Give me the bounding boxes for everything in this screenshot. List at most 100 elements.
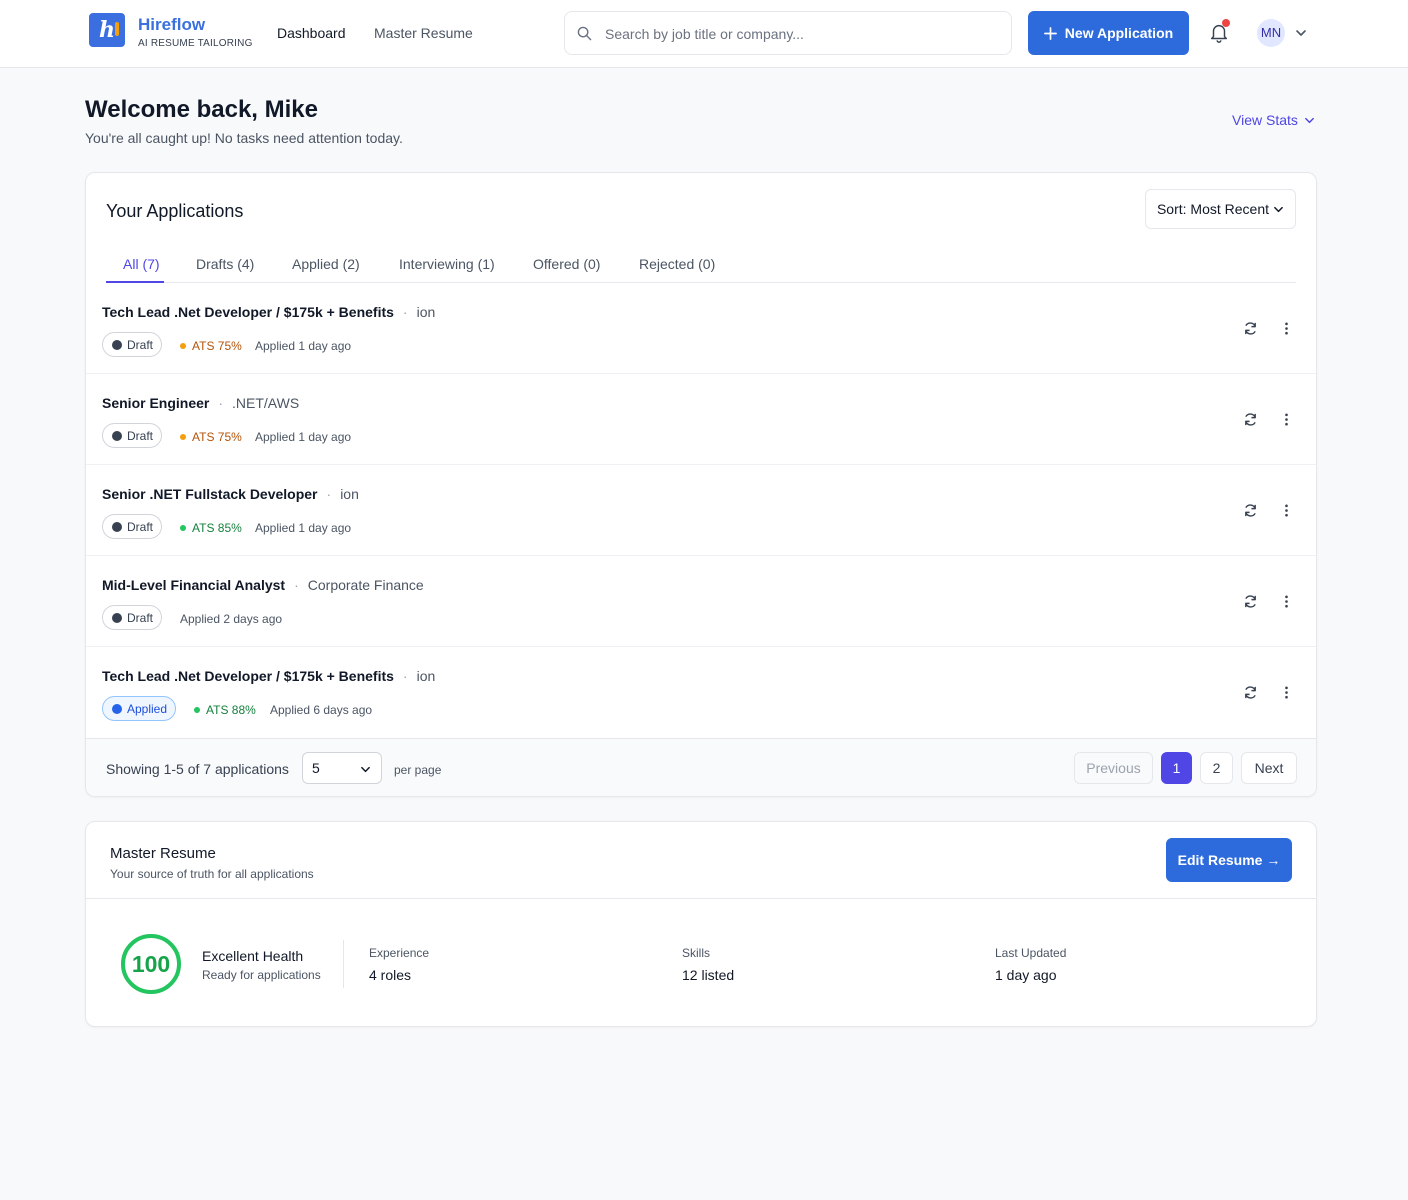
plus-icon (1043, 26, 1057, 40)
job-title[interactable]: Senior Engineer (102, 395, 209, 411)
refresh-icon[interactable] (1243, 594, 1258, 609)
ats-score: ATS 75% (180, 430, 242, 444)
more-options-icon[interactable] (1279, 594, 1294, 609)
applied-time: Applied 2 days ago (180, 612, 283, 626)
more-options-icon[interactable] (1279, 412, 1294, 427)
search-box (564, 11, 1012, 55)
brand-name[interactable]: Hireflow (138, 15, 205, 35)
welcome-subtitle: You're all caught up! No tasks need atte… (85, 130, 403, 146)
separator-dot: · (402, 304, 408, 320)
job-title[interactable]: Senior .NET Fullstack Developer (102, 486, 318, 502)
tab-rejected[interactable]: Rejected (0) (639, 256, 715, 272)
chevron-down-icon (1274, 206, 1283, 212)
notifications-button[interactable] (1208, 19, 1230, 44)
status-badge: Draft (102, 423, 163, 448)
hireflow-logo-icon[interactable]: h (89, 13, 125, 47)
stat-skills-label: Skills (682, 946, 711, 960)
tab-all[interactable]: All (7) (123, 256, 160, 272)
brand-tagline: AI RESUME TAILORING (138, 38, 253, 49)
tab-applied[interactable]: Applied (2) (292, 256, 360, 272)
separator-dot: · (218, 395, 224, 411)
tab-offered[interactable]: Offered (0) (533, 256, 600, 272)
chevron-down-icon (1304, 117, 1314, 123)
company-name: ion (416, 668, 436, 684)
job-title[interactable]: Tech Lead .Net Developer / $175k + Benef… (102, 668, 394, 684)
per-page-label: per page (394, 763, 442, 777)
applications-card: Your Applications Sort: Most Recent All … (85, 172, 1317, 797)
health-score-value: 100 (131, 951, 171, 977)
ats-dot (180, 343, 186, 349)
status-badge: Applied (102, 696, 177, 721)
page-1-button[interactable]: 1 (1161, 752, 1192, 784)
chevron-down-icon[interactable] (1295, 27, 1307, 39)
stat-updated-label: Last Updated (995, 946, 1067, 960)
application-title-line: Tech Lead .Net Developer / $175k + Benef… (102, 668, 435, 684)
resume-subtitle: Your source of truth for all application… (110, 867, 314, 881)
new-application-label: New Application (1064, 25, 1174, 41)
per-page-value: 5 (312, 760, 320, 776)
application-row[interactable]: Senior .NET Fullstack Developer · ion Draf… (86, 465, 1316, 556)
separator-dot: · (294, 577, 299, 593)
new-application-button[interactable]: New Application (1028, 11, 1189, 55)
logo-letter: h (99, 17, 115, 43)
view-stats-button[interactable]: View Stats (1232, 112, 1315, 128)
company-name: ion (416, 304, 436, 320)
applied-time: Applied 1 day ago (255, 521, 352, 535)
nav-master-resume[interactable]: Master Resume (374, 25, 473, 41)
status-badge: Draft (102, 605, 163, 630)
more-options-icon[interactable] (1279, 321, 1294, 336)
previous-page-button[interactable]: Previous (1074, 752, 1153, 784)
clock-icon (112, 612, 122, 623)
check-circle-icon (112, 703, 122, 714)
edit-resume-button[interactable]: Edit Resume → (1166, 838, 1292, 882)
clock-icon (112, 430, 122, 441)
status-label: Draft (127, 519, 154, 534)
job-title[interactable]: Tech Lead .Net Developer / $175k + Benef… (102, 304, 394, 320)
status-label: Draft (127, 428, 154, 443)
more-options-icon[interactable] (1279, 503, 1294, 518)
refresh-icon[interactable] (1243, 503, 1258, 518)
divider (86, 898, 1316, 899)
tab-interviewing[interactable]: Interviewing (1) (399, 256, 495, 272)
application-row[interactable]: Tech Lead .Net Developer / $175k + Benef… (86, 647, 1316, 738)
application-title-line: Senior Engineer · .NET/AWS (102, 395, 299, 411)
resume-title: Master Resume (110, 845, 216, 862)
more-options-icon[interactable] (1279, 685, 1294, 700)
welcome-title: Welcome back, Mike (85, 96, 318, 123)
ats-dot (180, 525, 186, 531)
stat-experience-label: Experience (369, 946, 430, 960)
nav-dashboard[interactable]: Dashboard (277, 25, 346, 41)
ats-score: ATS 88% (194, 703, 256, 717)
application-title-line: Mid-Level Financial Analyst · Corporate Fi… (102, 577, 424, 593)
status-label: Applied (127, 701, 168, 716)
ats-label: ATS 75% (192, 430, 242, 444)
next-page-button[interactable]: Next (1241, 752, 1297, 784)
per-page-select[interactable]: 5 (302, 752, 382, 784)
status-tabs: All (7) Drafts (4) Applied (2) Interview… (106, 241, 1296, 283)
application-row[interactable]: Senior Engineer · .NET/AWS Draft ATS 75% A… (86, 374, 1316, 465)
search-input[interactable] (605, 22, 995, 46)
ats-score: ATS 75% (180, 339, 242, 353)
clock-icon (112, 521, 122, 532)
notification-dot (1222, 19, 1230, 27)
separator-dot: · (402, 668, 408, 684)
user-avatar[interactable]: MN (1257, 19, 1285, 47)
application-row[interactable]: Mid-Level Financial Analyst · Corporate Fi… (86, 556, 1316, 647)
tab-drafts[interactable]: Drafts (4) (196, 256, 254, 272)
ats-dot (180, 434, 186, 440)
company-name: .NET/AWS (232, 395, 300, 411)
refresh-icon[interactable] (1243, 685, 1258, 700)
showing-count: Showing 1-5 of 7 applications (106, 761, 289, 777)
application-title-line: Senior .NET Fullstack Developer · ion (102, 486, 359, 502)
applied-time: Applied 6 days ago (270, 703, 373, 717)
clock-icon (112, 339, 122, 350)
job-title[interactable]: Mid-Level Financial Analyst (102, 577, 285, 593)
sort-dropdown[interactable]: Sort: Most Recent (1145, 189, 1296, 229)
refresh-icon[interactable] (1243, 321, 1258, 336)
health-subtitle: Ready for applications (202, 968, 321, 982)
application-row[interactable]: Tech Lead .Net Developer / $175k + Benef… (86, 283, 1316, 374)
page-2-button[interactable]: 2 (1200, 752, 1233, 784)
ats-label: ATS 88% (206, 703, 256, 717)
status-label: Draft (127, 610, 154, 625)
refresh-icon[interactable] (1243, 412, 1258, 427)
